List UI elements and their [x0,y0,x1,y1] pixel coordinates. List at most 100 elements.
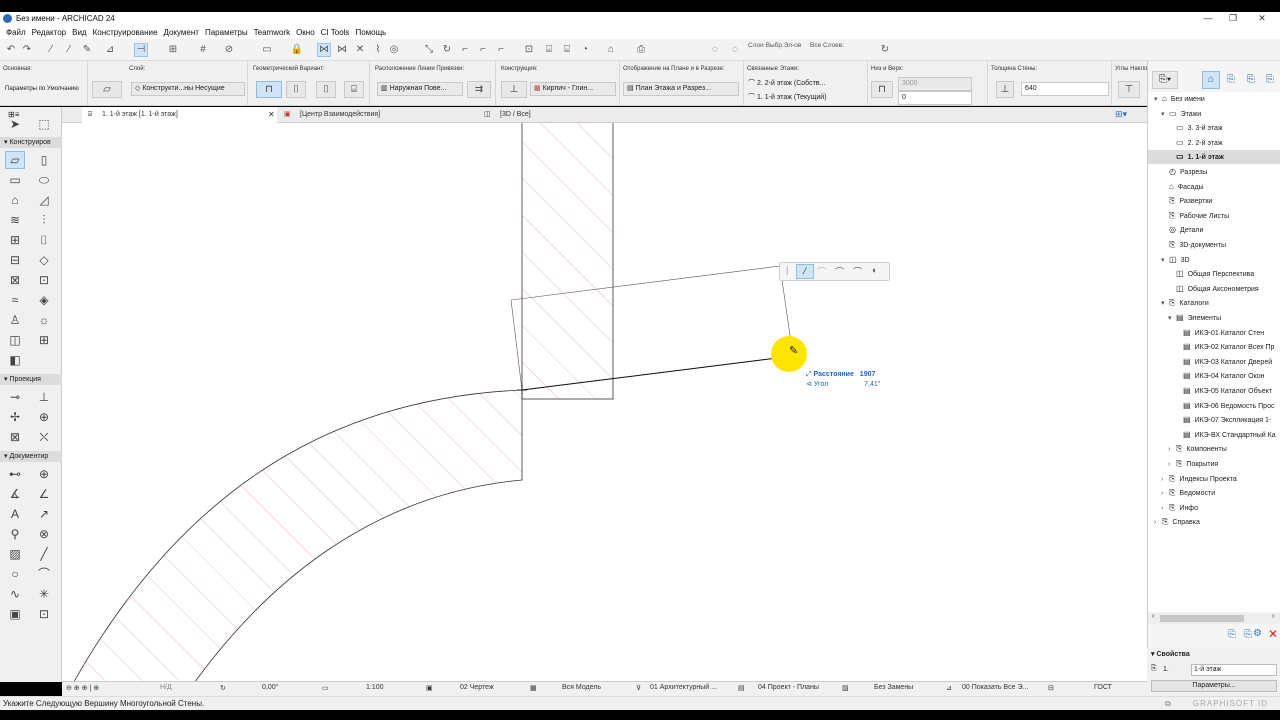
wall-tool-icon[interactable]: ▱ [5,151,25,169]
angle-dimension-tool-icon[interactable]: ∠ [34,485,54,503]
marquee-tool-icon[interactable]: ⬚ [34,115,54,133]
layout-book-icon[interactable]: ⎘ [1242,71,1260,89]
navigator-item[interactable]: ▾ ◫ 3D [1148,253,1280,267]
menu-design[interactable]: Конструирование [90,26,161,39]
menu-teamwork[interactable]: Teamwork [251,26,293,39]
railing-tool-icon[interactable]: ⫶ [34,211,54,229]
floor-plan-field[interactable]: ▤ План Этажа и Разрез... [623,82,739,96]
spline-tool-icon[interactable]: ∿ [5,585,25,603]
navigator-item[interactable]: ▤ ИКЭ-06 Ведомость Прос [1148,399,1280,413]
mirror-icon[interactable]: ⌐ [458,43,472,57]
fill-tool-icon[interactable]: ▨ [5,545,25,563]
object-3d-tool-icon[interactable]: ⊞ [34,331,54,349]
scroll-right-icon[interactable]: › [1272,613,1274,620]
snap-points-icon[interactable]: ⊞ [166,43,180,57]
navigator-item[interactable]: ▤ ИКЭ-ВХ Стандартный Ка [1148,428,1280,442]
move-icon[interactable]: ⤡ [422,43,436,57]
change-tool-icon[interactable]: ⛌ [34,428,54,446]
navigator-item[interactable]: › ⎘ Инфо [1148,501,1280,515]
menu-options[interactable]: Параметры [202,26,251,39]
navigator-item[interactable]: ⎘ Рабочие Листы [1148,209,1280,223]
refresh-icon[interactable]: ↻ [878,43,892,57]
group-icon[interactable]: ◎ [387,43,401,57]
navigator-item[interactable]: › ⎘ Справка [1148,515,1280,529]
flip-ref-line-icon[interactable]: ⇉ [467,81,491,98]
properties-story-field[interactable]: 1-й этаж [1191,664,1277,676]
picture-tool-icon[interactable]: ▣ [5,605,25,623]
design-section-header[interactable]: ▾ Конструиров [0,137,62,148]
collapse-arrow-icon[interactable]: › [1161,502,1169,515]
navigator-item[interactable]: ▾ ⎘ Каталоги [1148,296,1280,310]
layer-combo-value[interactable]: 01 Архитектурный ... [650,684,717,691]
zone-stamp-tool-icon[interactable]: ◧ [5,351,25,369]
navigator-item[interactable]: ▤ ИКЭ-04 Каталог Окон [1148,369,1280,383]
redo-icon[interactable]: ↷ [20,43,34,57]
beam-tool-icon[interactable]: ▭ [5,171,25,189]
adjust-icon[interactable]: ⌇ [371,43,385,57]
dimension-value[interactable]: ГОСТ [1094,684,1112,691]
trapezoid-wall-icon[interactable]: ⌷ [316,81,336,98]
figure-tool-icon[interactable]: ⊗ [34,525,54,543]
navigator-item[interactable]: ▾ ▤ Элементы [1148,311,1280,325]
publisher-sets-icon[interactable]: ⎘ [1261,71,1279,89]
eyedropper-icon[interactable]: ✎ [80,43,94,57]
curtain-wall-tool-icon[interactable]: ⊞ [5,231,25,249]
line-tool-icon[interactable]: ╱ [34,545,54,563]
magic-wand-icon[interactable]: ⋈ [317,43,331,57]
arc-segment-icon[interactable]: ⌒ [835,265,844,278]
navigator-item[interactable]: ▭ 1. 1-й этаж [1148,150,1280,165]
floor-plan-icon[interactable]: ⌸ [542,43,556,57]
tangent-arc-icon[interactable]: ⌒ [817,265,826,278]
polyline-tool-icon[interactable]: ⌒ [34,565,54,583]
tab-floor-plan[interactable]: ⌸ 1. 1-й этаж [1. 1-й этаж] ✕ [82,107,277,123]
mesh-tool-icon[interactable]: ≈ [5,291,25,309]
scale-value[interactable]: 1:100 [366,684,384,691]
text-tool-icon[interactable]: A [5,505,25,523]
collapse-arrow-icon[interactable]: › [1168,443,1176,456]
section-icon[interactable]: ⌸ [560,43,574,57]
navigator-item[interactable]: ⌂ Фасады [1148,180,1280,194]
navigator-item[interactable]: ◴ Разрезы [1148,165,1280,179]
orbit-icon[interactable]: ◌ [708,43,722,57]
hotspot-point-tool-icon[interactable]: ✳ [34,585,54,603]
distance-value[interactable]: 1907 [860,371,876,378]
collapse-arrow-icon[interactable]: › [1161,487,1169,500]
zone-tool-icon[interactable]: ⊡ [34,271,54,289]
clone-view-icon[interactable]: ⎘ [1244,629,1252,640]
menu-edit[interactable]: Редактор [29,26,69,39]
minimize-button[interactable]: — [1200,13,1216,23]
tab-overflow-icon[interactable]: ⊞▾ [1115,109,1127,120]
navigator-menu-button[interactable]: ⎘▾ [1152,71,1178,89]
navigator-item[interactable]: ▭ 3. 3-й этаж [1148,121,1280,135]
pick-up-icon[interactable]: ⁄ [44,43,58,57]
lamp-tool-icon[interactable]: ♙ [5,311,25,329]
floor-plan-canvas[interactable] [62,123,1147,681]
intersect-icon[interactable]: ✕ [353,43,367,57]
scrollbar-thumb[interactable] [1160,615,1244,622]
delete-icon[interactable]: ✕ [1268,627,1278,641]
collapse-arrow-icon[interactable]: › [1161,473,1169,486]
expand-arrow-icon[interactable]: ▾ [1161,297,1169,310]
curved-wall[interactable] [62,389,523,681]
navigator-item[interactable]: ⎘ Развертки [1148,194,1280,208]
interior-elevation-tool-icon[interactable]: ✢ [5,408,25,426]
navigator-item[interactable]: ▾ ⌂ Без имени [1148,92,1280,106]
expand-arrow-icon[interactable]: ▾ [1168,312,1176,325]
bottom-story-field[interactable]: ⌒ 1. 1-й этаж (Текущий) [748,92,827,102]
walk-icon[interactable]: ◌ [728,43,742,57]
project-map-icon[interactable]: ⌂ [1202,71,1220,89]
circle-tool-icon[interactable]: ○ [5,565,25,583]
ruler-icon[interactable]: ⊘ [222,43,236,57]
settings-gear-icon[interactable]: ⚙ [1253,628,1262,639]
projection-section-header[interactable]: ▾ Проекция [0,374,62,385]
navigator-item[interactable]: ▤ ИКЭ-02 Каталог Всех Пр [1148,340,1280,354]
expand-arrow-icon[interactable]: ▾ [1161,108,1169,121]
grid-icon[interactable]: # [196,43,210,57]
worksheet-tool-icon[interactable]: ⊕ [34,408,54,426]
trim-icon[interactable]: ⋈ [335,43,349,57]
curved-wall-icon[interactable]: ⌷ [286,81,306,98]
level-dimension-tool-icon[interactable]: ⊕ [34,465,54,483]
collapse-arrow-icon[interactable]: › [1154,516,1162,529]
section-tool-icon[interactable]: ⊸ [5,388,25,406]
top-height-field[interactable]: 3000 [898,77,972,91]
